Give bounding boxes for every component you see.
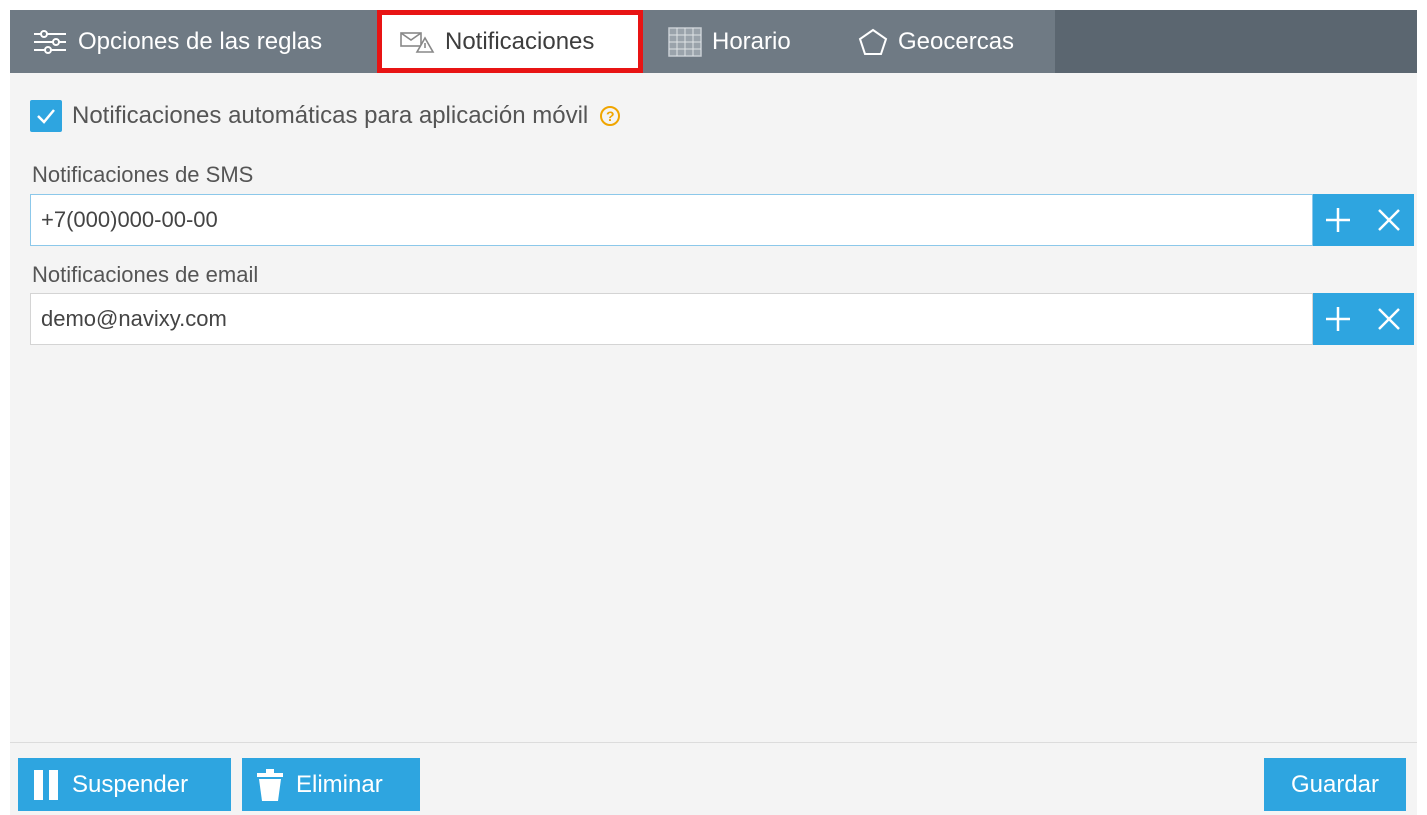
checkmark-icon — [37, 109, 55, 124]
close-icon — [1377, 209, 1400, 231]
remove-email-button[interactable] — [1369, 293, 1409, 345]
plus-icon — [1326, 208, 1351, 232]
mobile-notifications-row: Notificaciones automáticas para aplicaci… — [30, 96, 621, 136]
email-row — [30, 293, 1414, 345]
save-label: Guardar — [1290, 770, 1380, 798]
trash-icon — [257, 768, 283, 801]
mobile-notifications-checkbox[interactable] — [30, 100, 62, 132]
tab-rule-options[interactable]: Opciones de las reglas — [32, 10, 322, 73]
email-actions — [1313, 293, 1414, 345]
suspend-button[interactable]: Suspender — [18, 758, 231, 811]
email-input[interactable] — [30, 293, 1313, 345]
mobile-notifications-label: Notificaciones automáticas para aplicaci… — [72, 102, 589, 129]
remove-sms-button[interactable] — [1369, 194, 1409, 246]
plus-icon — [1326, 307, 1351, 331]
sms-row — [30, 194, 1414, 246]
add-email-button[interactable] — [1318, 293, 1358, 345]
close-icon — [1377, 308, 1400, 330]
sms-label: Notificaciones de SMS — [32, 162, 254, 187]
envelope-alert-icon — [400, 31, 435, 53]
tab-schedule[interactable]: Horario — [668, 10, 791, 73]
add-sms-button[interactable] — [1318, 194, 1358, 246]
suspend-label: Suspender — [72, 770, 189, 798]
tab-geofences[interactable]: Geocercas — [858, 10, 1014, 73]
calendar-icon — [668, 26, 702, 57]
tab-label: Notificaciones — [445, 27, 595, 55]
tab-label: Horario — [712, 27, 791, 55]
help-icon[interactable]: ? — [600, 106, 621, 126]
save-button[interactable]: Guardar — [1264, 758, 1406, 811]
tab-notifications[interactable]: Notificaciones — [377, 10, 643, 73]
footer-toolbar: Suspender Eliminar Guardar — [10, 742, 1417, 815]
tab-bar: Opciones de las reglas Notificaciones Ho… — [10, 10, 1417, 73]
email-label: Notificaciones de email — [32, 262, 259, 287]
sliders-icon — [34, 29, 66, 54]
tab-label: Opciones de las reglas — [78, 27, 323, 55]
sms-actions — [1313, 194, 1414, 246]
delete-button[interactable]: Eliminar — [242, 758, 420, 811]
sms-input[interactable] — [30, 194, 1313, 246]
tab-label: Geocercas — [898, 27, 1015, 55]
delete-label: Eliminar — [296, 770, 383, 798]
pentagon-icon — [858, 28, 888, 55]
pause-icon — [34, 769, 58, 800]
rule-editor-panel: Opciones de las reglas Notificaciones Ho… — [10, 10, 1417, 815]
